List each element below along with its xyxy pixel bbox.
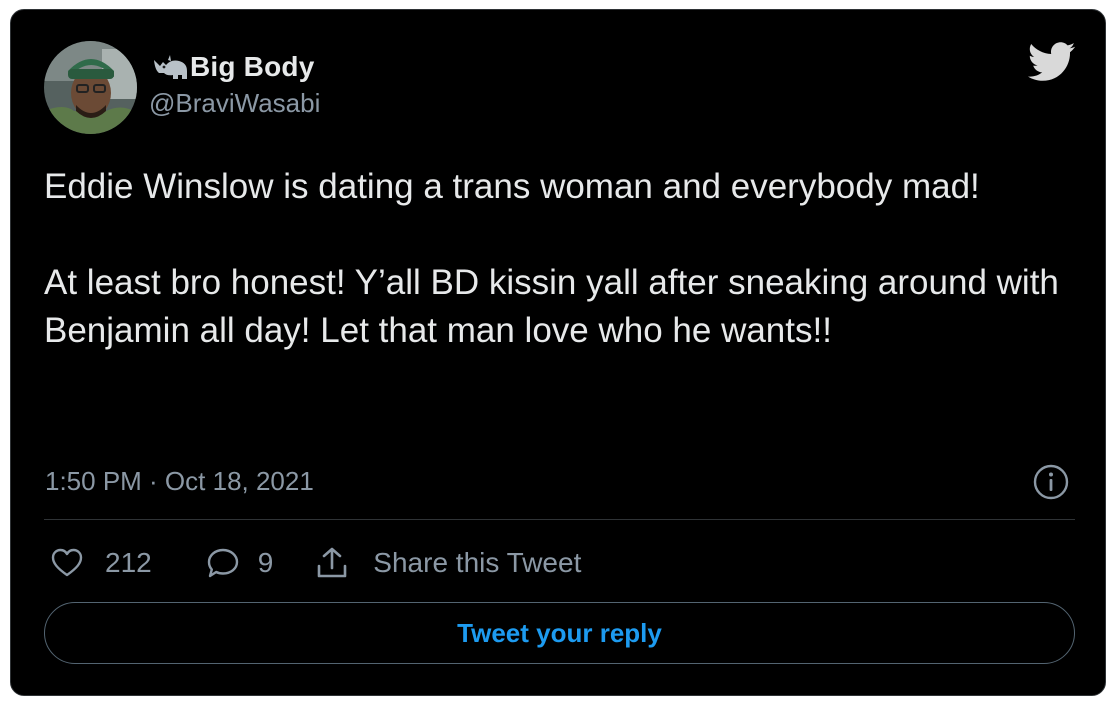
tweet-card: Big Body @BraviWasabi Eddie Winslow is d… bbox=[10, 9, 1106, 696]
tweet-reply-button[interactable]: Tweet your reply bbox=[44, 602, 1075, 664]
tweet-timestamp[interactable]: 1:50 PM · Oct 18, 2021 bbox=[45, 466, 314, 497]
action-bar: 212 9 Share this Tweet bbox=[51, 540, 581, 586]
speech-bubble-icon bbox=[207, 548, 238, 578]
share-upload-icon bbox=[317, 547, 347, 578]
reply-count: 9 bbox=[257, 547, 274, 578]
rhinoceros-icon bbox=[154, 55, 187, 79]
heart-icon bbox=[51, 548, 83, 577]
author-display-name[interactable]: Big Body bbox=[190, 51, 314, 83]
author-name-row[interactable]: Big Body bbox=[151, 50, 314, 84]
divider bbox=[44, 519, 1075, 520]
share-button[interactable]: Share this Tweet bbox=[315, 546, 581, 580]
share-label: Share this Tweet bbox=[373, 547, 582, 578]
avatar-photo bbox=[44, 41, 137, 134]
tweet-text: Eddie Winslow is dating a trans woman an… bbox=[44, 167, 1059, 350]
avatar[interactable] bbox=[44, 41, 137, 134]
author-handle[interactable]: @BraviWasabi bbox=[149, 88, 320, 119]
like-button[interactable]: 212 bbox=[51, 547, 152, 579]
reply-count-button[interactable]: 9 bbox=[206, 547, 274, 579]
twitter-bird-icon[interactable] bbox=[1028, 42, 1076, 82]
like-count: 212 bbox=[105, 547, 152, 578]
info-icon[interactable] bbox=[1032, 463, 1070, 501]
